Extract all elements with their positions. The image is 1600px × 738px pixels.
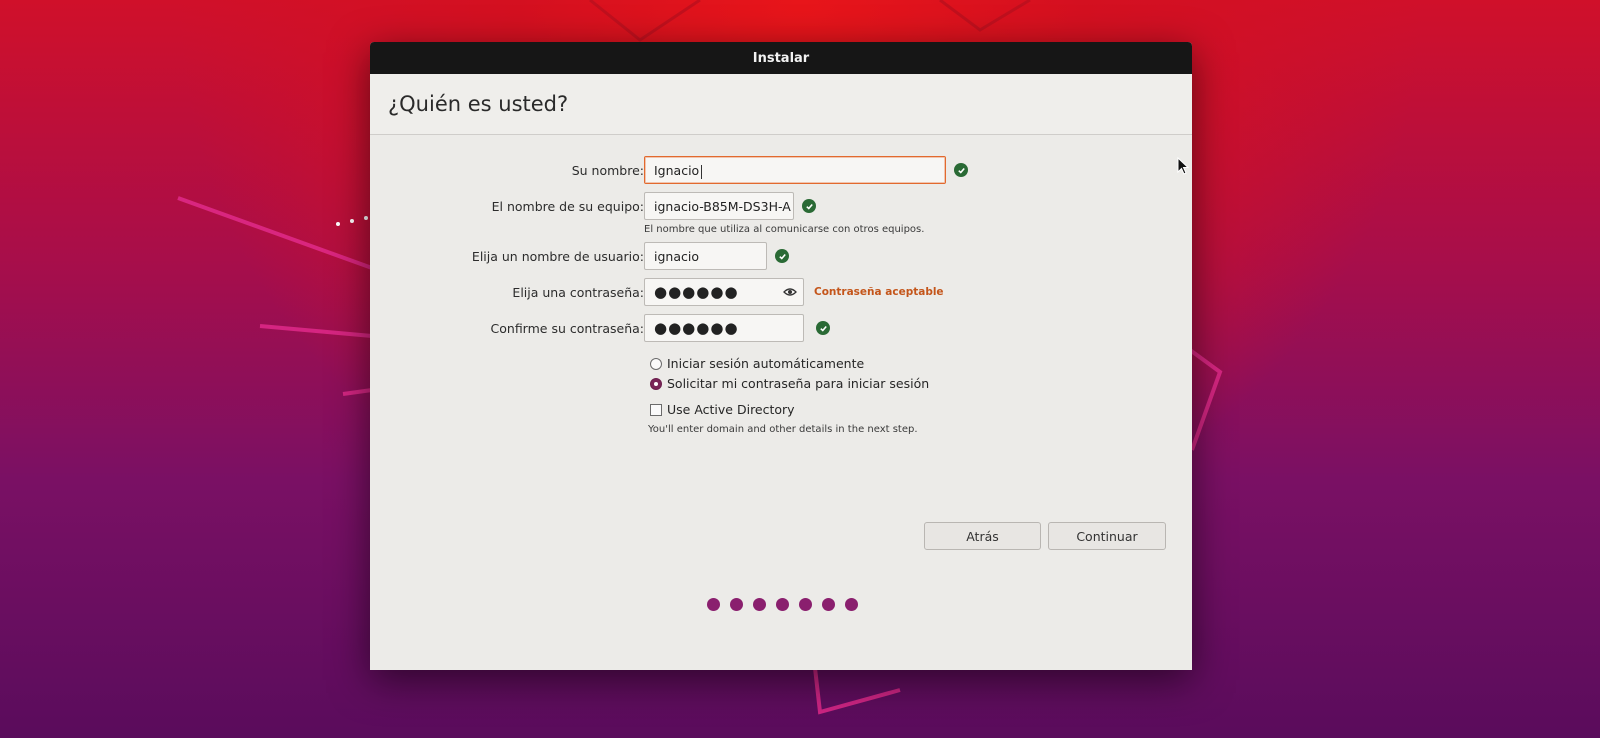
confirm-password-input[interactable]: ●●●●●● (644, 314, 804, 342)
installer-window: Instalar ¿Quién es usted? Su nombre: Ign… (370, 42, 1192, 670)
eye-icon[interactable] (783, 285, 797, 300)
name-label: Su nombre: (571, 163, 644, 178)
require-password-radio[interactable]: Solicitar mi contraseña para iniciar ses… (650, 376, 929, 391)
computer-value: ignacio-B85M-DS3H-A (654, 199, 791, 214)
radio-selected-icon[interactable] (650, 377, 662, 390)
progress-dot (753, 598, 766, 611)
progress-dot (845, 598, 858, 611)
page-header: ¿Quién es usted? (370, 74, 1192, 135)
step-progress (707, 598, 858, 611)
mouse-pointer-icon (1177, 157, 1189, 175)
confirm-row: Confirme su contraseña: ●●●●●● (370, 314, 1192, 344)
confirm-label: Confirme su contraseña: (490, 321, 644, 336)
password-label: Elija una contraseña: (512, 285, 644, 300)
password-input[interactable]: ●●●●●● (644, 278, 804, 306)
active-directory-checkbox[interactable]: Use Active Directory (650, 402, 795, 417)
check-circle-icon (802, 199, 816, 213)
page-title: ¿Quién es usted? (388, 92, 569, 116)
username-input[interactable]: ignacio (644, 242, 767, 270)
auto-login-radio[interactable]: Iniciar sesión automáticamente (650, 356, 864, 371)
computer-hint: El nombre que utiliza al comunicarse con… (644, 224, 925, 235)
check-circle-icon (775, 249, 789, 263)
username-label: Elija un nombre de usuario: (471, 249, 644, 264)
computer-row: El nombre de su equipo: ignacio-B85M-DS3… (370, 192, 1192, 222)
username-row: Elija un nombre de usuario: ignacio (370, 242, 1192, 272)
computer-label: El nombre de su equipo: (491, 199, 644, 214)
progress-dot (822, 598, 835, 611)
window-titlebar[interactable]: Instalar (370, 42, 1192, 74)
check-circle-icon (954, 163, 968, 177)
progress-dot (776, 598, 789, 611)
username-value: ignacio (654, 249, 699, 264)
name-value: Ignacio (654, 163, 700, 178)
active-directory-hint: You'll enter domain and other details in… (648, 424, 918, 435)
active-directory-label: Use Active Directory (667, 402, 795, 417)
password-row: Elija una contraseña: ●●●●●● Contraseña … (370, 278, 1192, 308)
checkbox-icon[interactable] (650, 403, 662, 416)
password-strength: Contraseña aceptable (814, 286, 944, 298)
progress-dot (730, 598, 743, 611)
radio-unselected-icon[interactable] (650, 357, 662, 370)
name-row: Su nombre: Ignacio (370, 156, 1192, 186)
text-caret (701, 164, 703, 179)
confirm-value: ●●●●●● (654, 319, 739, 337)
require-password-label: Solicitar mi contraseña para iniciar ses… (667, 376, 930, 391)
progress-dot (707, 598, 720, 611)
check-circle-icon (816, 321, 830, 335)
auto-login-label: Iniciar sesión automáticamente (667, 356, 865, 371)
progress-dot (799, 598, 812, 611)
window-title: Instalar (752, 50, 810, 66)
name-input[interactable]: Ignacio (644, 156, 946, 184)
back-button[interactable]: Atrás (924, 522, 1041, 550)
computer-name-input[interactable]: ignacio-B85M-DS3H-A (644, 192, 794, 220)
password-value: ●●●●●● (654, 283, 739, 301)
continue-button[interactable]: Continuar (1048, 522, 1166, 550)
